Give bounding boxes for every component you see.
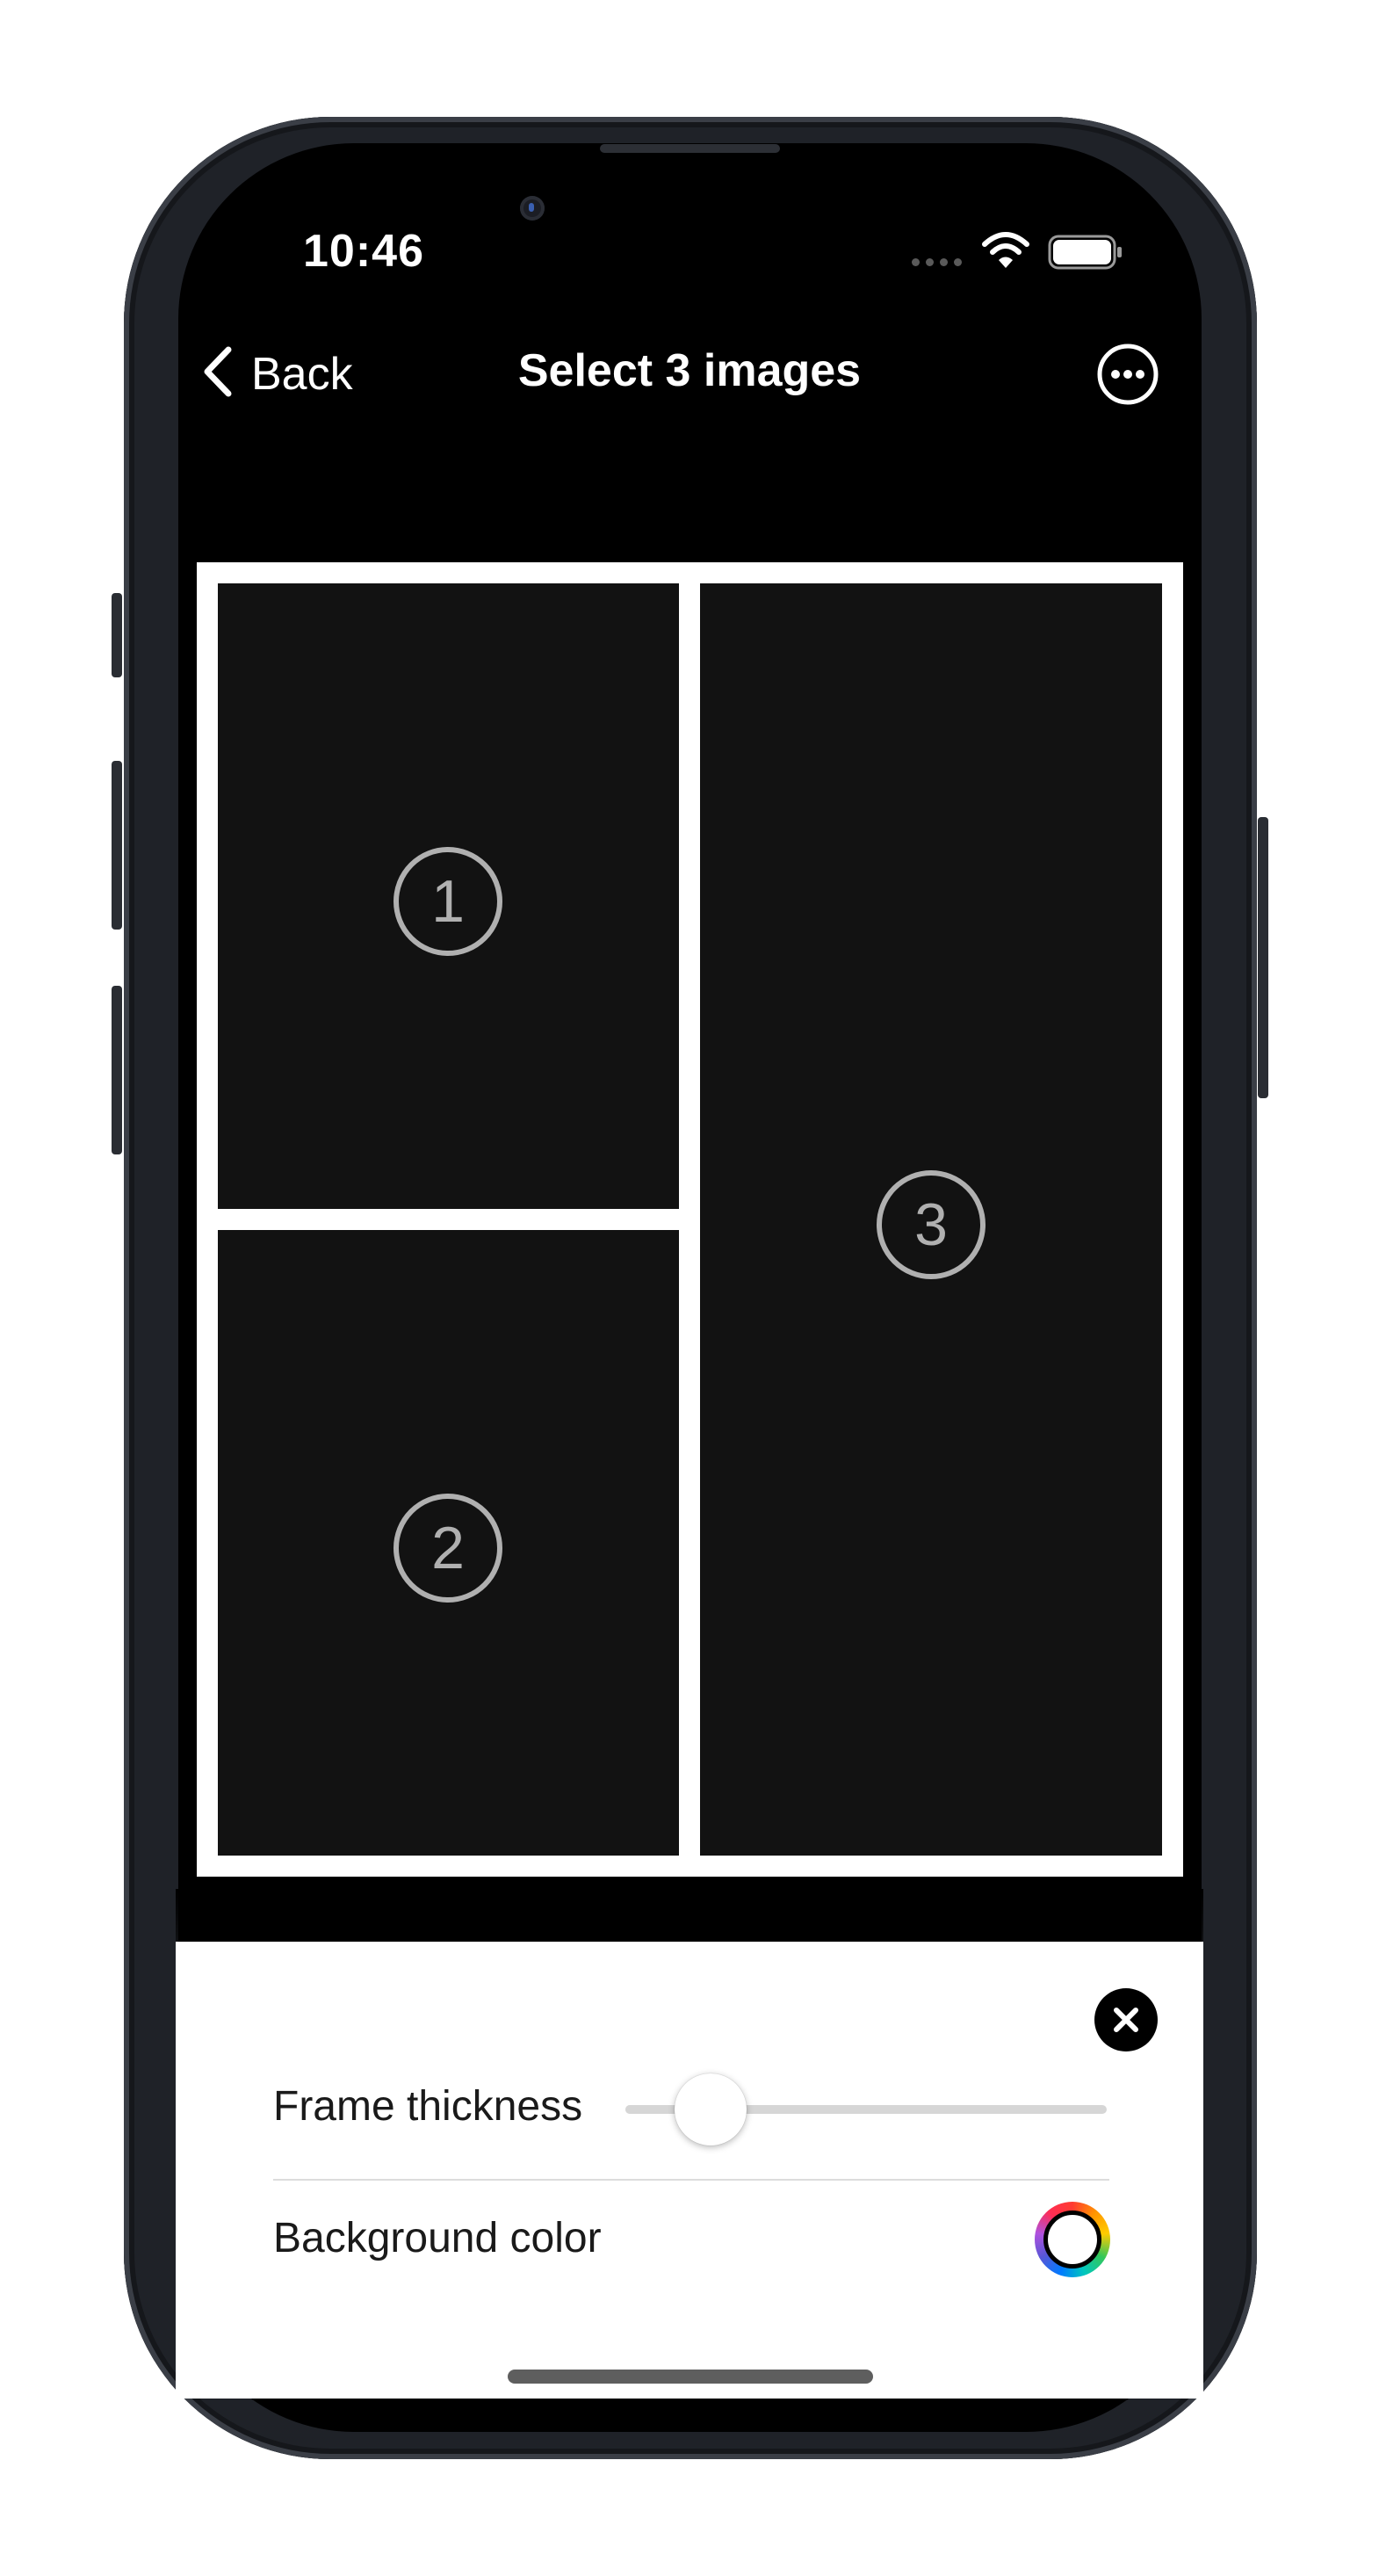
xmark-icon xyxy=(1114,2008,1138,2032)
back-label: Back xyxy=(251,349,353,400)
silent-switch xyxy=(112,593,122,677)
collage-slot-1[interactable]: 1 xyxy=(218,583,679,1209)
front-camera xyxy=(520,196,545,221)
ellipsis-circle-icon xyxy=(1097,344,1159,405)
collage-preview: 1 2 3 xyxy=(197,562,1183,1877)
power-button xyxy=(1258,817,1268,1098)
volume-down-button xyxy=(112,986,122,1154)
wifi-icon xyxy=(982,232,1029,268)
slider-thumb[interactable] xyxy=(675,2073,747,2145)
color-wheel-icon xyxy=(1043,2211,1101,2268)
slot-number-badge: 3 xyxy=(877,1170,986,1279)
close-sheet-button[interactable] xyxy=(1094,1988,1158,2051)
earpiece-speaker xyxy=(600,144,780,153)
chevron-left-icon xyxy=(204,346,232,397)
settings-sheet xyxy=(176,1942,1203,2399)
page-title: Select 3 images xyxy=(517,345,862,396)
frame-thickness-label: Frame thickness xyxy=(273,2083,583,2130)
collage-slot-2[interactable]: 2 xyxy=(218,1230,679,1856)
volume-up-button xyxy=(112,761,122,930)
cellular-signal-icon xyxy=(912,258,966,266)
slot-number-badge: 2 xyxy=(393,1494,502,1603)
collage-slot-3[interactable]: 3 xyxy=(700,583,1162,1856)
divider xyxy=(273,2179,1109,2181)
background-color-picker[interactable] xyxy=(1035,2202,1110,2277)
home-indicator[interactable] xyxy=(508,2370,873,2384)
battery-icon xyxy=(1048,235,1122,270)
background-color-label: Background color xyxy=(273,2215,602,2261)
sheet-shadow xyxy=(176,1889,1203,1942)
back-button[interactable]: Back xyxy=(197,341,364,402)
status-time: 10:46 xyxy=(303,226,424,277)
more-button[interactable] xyxy=(1096,343,1159,406)
slot-number-badge: 1 xyxy=(393,847,502,956)
status-icons xyxy=(912,230,1123,274)
